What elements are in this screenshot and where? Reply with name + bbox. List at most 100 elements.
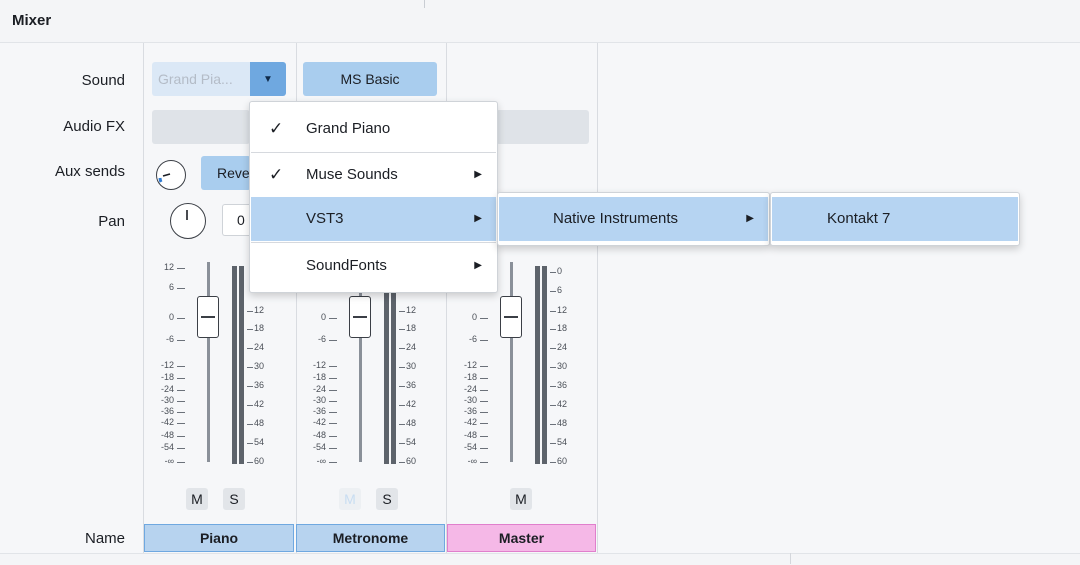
fader-tick — [329, 366, 337, 367]
fader-tick — [480, 462, 488, 463]
piano-pan-knob[interactable] — [170, 203, 206, 239]
meter-scale-label: 60 — [557, 456, 568, 466]
row-label-name: Name — [84, 530, 125, 547]
mute-label: M — [344, 491, 356, 507]
fader-scale-label: 0 — [168, 312, 174, 322]
fader-scale-label: -∞ — [467, 456, 477, 466]
metronome-sound-label: MS Basic — [340, 71, 400, 87]
menu-item-grand-piano[interactable]: ✓ Grand Piano — [251, 107, 496, 151]
fader-scale-label: -54 — [160, 442, 174, 452]
pan-value: 0 — [237, 212, 245, 228]
fader-scale-label: -6 — [468, 334, 477, 344]
fader-scale-label: -54 — [312, 442, 326, 452]
master-audio-fx-slot[interactable] — [496, 110, 589, 144]
piano-audio-fx-slot[interactable] — [152, 110, 250, 144]
level-meter-bar — [391, 266, 396, 464]
fader-handle[interactable] — [349, 296, 371, 338]
knob-indicator-icon — [185, 209, 188, 220]
fader-scale-label: -36 — [160, 406, 174, 416]
fader-scale-label: -36 — [312, 406, 326, 416]
meter-tick — [399, 462, 405, 463]
meter-scale-label: 30 — [406, 361, 417, 371]
piano-sound-dropdown-button[interactable]: ▼ — [250, 62, 286, 96]
fader-tick — [480, 436, 488, 437]
fader-tick — [177, 412, 185, 413]
fader-scale-label: -48 — [312, 430, 326, 440]
master-name-field[interactable]: Master — [447, 524, 596, 552]
meter-scale-label: 12 — [406, 305, 417, 315]
metronome-name-field[interactable]: Metronome — [296, 524, 445, 552]
menu-item-native-instruments[interactable]: Native Instruments ▶ — [499, 197, 768, 241]
menu-item-muse-sounds[interactable]: ✓ Muse Sounds ▶ — [251, 153, 496, 197]
fader-tick — [177, 390, 185, 391]
row-label-aux-sends: Aux sends — [54, 163, 125, 180]
menu-separator — [251, 242, 496, 243]
fader-scale-label: -24 — [312, 384, 326, 394]
fader-tick — [177, 318, 185, 319]
fader-handle-line — [353, 316, 367, 318]
fader-tick — [177, 462, 185, 463]
meter-tick — [550, 386, 556, 387]
meter-scale-label: 60 — [406, 456, 417, 466]
fader-handle-line — [504, 316, 518, 318]
meter-tick — [550, 348, 556, 349]
fader-scale-label: -30 — [463, 395, 477, 405]
fader-tick — [480, 378, 488, 379]
fader-tick — [480, 448, 488, 449]
fader-tick — [480, 390, 488, 391]
solo-label: S — [229, 491, 239, 507]
fader-handle[interactable] — [197, 296, 219, 338]
master-mute-button[interactable]: M — [510, 488, 532, 510]
piano-solo-button[interactable]: S — [223, 488, 245, 510]
meter-scale-label: 54 — [254, 437, 265, 447]
level-meter-bar — [542, 266, 547, 464]
meter-scale-label: 0 — [557, 266, 563, 276]
meter-scale-label: 42 — [406, 399, 417, 409]
meter-tick — [399, 405, 405, 406]
meter-scale-label: 18 — [406, 323, 417, 333]
meter-tick — [399, 367, 405, 368]
fader-scale-label: -48 — [463, 430, 477, 440]
menu-item-vst3[interactable]: VST3 ▶ — [251, 197, 496, 241]
meter-scale-label: 18 — [254, 323, 265, 333]
piano-aux-send-knob[interactable] — [156, 160, 186, 190]
meter-scale-label: 42 — [254, 399, 265, 409]
metronome-mute-button[interactable]: M — [339, 488, 361, 510]
piano-pan-value-field[interactable]: 0 — [222, 204, 250, 236]
meter-scale-label: 36 — [406, 380, 417, 390]
metronome-sound-button[interactable]: MS Basic — [303, 62, 437, 96]
meter-scale-label: 36 — [557, 380, 568, 390]
level-meter-bar — [239, 266, 244, 464]
menu-item-kontakt-7[interactable]: Kontakt 7 — [772, 197, 1018, 241]
meter-scale-label: 48 — [406, 418, 417, 428]
piano-sound-selector[interactable]: Grand Pia... — [152, 62, 250, 96]
fader-handle[interactable] — [500, 296, 522, 338]
footer-divider — [790, 553, 791, 564]
piano-mute-button[interactable]: M — [186, 488, 208, 510]
sound-context-menu: ✓ Grand Piano ✓ Muse Sounds ▶ VST3 ▶ Sou… — [249, 101, 498, 293]
piano-aux-send-button[interactable]: Reve — [201, 156, 251, 190]
piano-name-field[interactable]: Piano — [144, 524, 294, 552]
fader-tick — [480, 318, 488, 319]
meter-tick — [399, 424, 405, 425]
fader-tick — [329, 412, 337, 413]
fader-scale-label: -54 — [463, 442, 477, 452]
meter-scale-label: 24 — [406, 342, 417, 352]
meter-tick — [247, 386, 253, 387]
row-label-pan: Pan — [98, 213, 125, 230]
fader-handle-line — [201, 316, 215, 318]
fader-scale-label: -36 — [463, 406, 477, 416]
fader-tick — [177, 378, 185, 379]
fader-scale-label: -6 — [165, 334, 174, 344]
fader-scale-label: -∞ — [164, 456, 174, 466]
mute-label: M — [191, 491, 203, 507]
mixer-footer — [0, 553, 1080, 565]
triangle-right-icon: ▶ — [474, 260, 482, 271]
meter-scale-label: 12 — [557, 305, 568, 315]
fader-scale-label: -∞ — [316, 456, 326, 466]
meter-tick — [399, 443, 405, 444]
fader-tick — [177, 268, 185, 269]
menu-item-soundfonts[interactable]: SoundFonts ▶ — [251, 244, 496, 288]
mixer-panel-header — [0, 0, 1080, 43]
metronome-solo-button[interactable]: S — [376, 488, 398, 510]
